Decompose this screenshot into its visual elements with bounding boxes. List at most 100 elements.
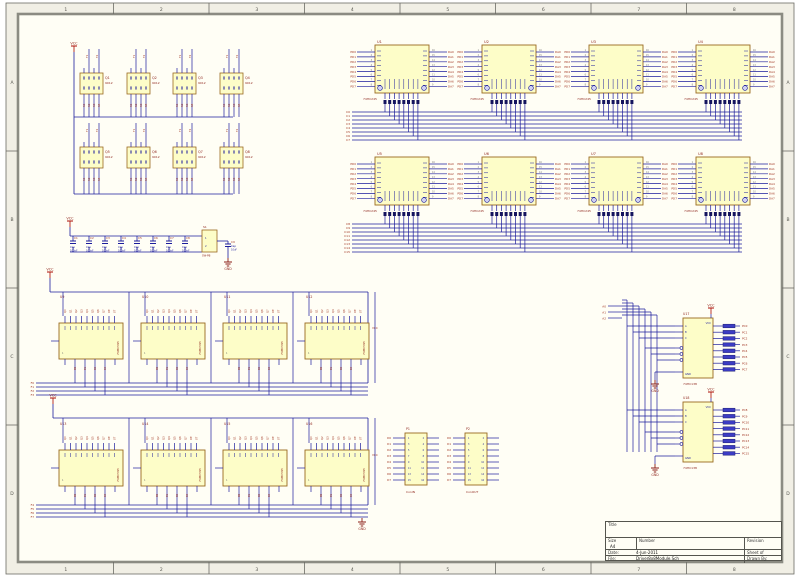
pack-body[interactable]: [173, 73, 196, 94]
resistor-pack-element[interactable]: [723, 361, 735, 365]
ref-designator: P1: [406, 427, 410, 431]
ic-body[interactable]: [589, 157, 643, 205]
net-label: Q7: [102, 309, 106, 313]
ic-body[interactable]: [482, 157, 536, 205]
resistor-pack-element[interactable]: [723, 427, 735, 431]
net-label: DA2: [448, 172, 454, 176]
header-pad: [607, 100, 610, 104]
zone-number-bottom: 2: [160, 567, 163, 573]
bus-label: F7: [31, 515, 35, 519]
net-label: PD4: [350, 182, 356, 186]
ic-body[interactable]: [141, 323, 205, 359]
connector-body[interactable]: [405, 433, 427, 485]
resistor-pack-element[interactable]: [723, 421, 735, 425]
net-label: OE: [271, 309, 275, 313]
net-label: PD6: [350, 192, 356, 196]
pack-body[interactable]: [220, 73, 243, 94]
part-number: 74HC595: [362, 468, 366, 482]
net-label: PC1: [742, 330, 748, 334]
resistor-pack-element[interactable]: [723, 368, 735, 372]
resistor-pack-element[interactable]: [723, 408, 735, 412]
net-label: B3: [186, 493, 189, 497]
resistor-pack-element[interactable]: [723, 445, 735, 449]
resistor-pack-element[interactable]: [723, 337, 735, 341]
ic-body[interactable]: [305, 323, 369, 359]
part-value: 100nF: [134, 250, 142, 253]
ic-body[interactable]: [375, 157, 429, 205]
ic-body[interactable]: [141, 450, 205, 486]
ic-body[interactable]: [696, 45, 750, 93]
ic-body[interactable]: [305, 450, 369, 486]
resistor-pack-element[interactable]: [723, 414, 735, 418]
net-label: Q2: [74, 436, 78, 440]
ic-body[interactable]: [59, 323, 123, 359]
zone-number-top: 2: [160, 7, 163, 13]
net-label: PD3: [457, 65, 463, 69]
pack-body[interactable]: [127, 147, 150, 168]
ic-body[interactable]: [683, 402, 713, 462]
pack-body[interactable]: [80, 147, 103, 168]
header-pad: [602, 212, 605, 216]
net-label: DA7: [555, 85, 561, 89]
ic-body[interactable]: [223, 323, 287, 359]
resistor-pack-element[interactable]: [723, 343, 735, 347]
part-number: ConIN: [406, 490, 415, 494]
part-value: 100nF: [150, 250, 158, 253]
net-label: DA4: [555, 70, 561, 74]
resistor-pack-element[interactable]: [723, 349, 735, 353]
net-label: Q7: [184, 436, 188, 440]
resistor-pack-element[interactable]: [723, 433, 735, 437]
net-label: PD6: [671, 192, 677, 196]
net-label: T1: [85, 54, 89, 58]
net-label: B2: [176, 493, 179, 497]
net-label: DA0: [555, 50, 561, 54]
pin-name: GND: [685, 372, 691, 376]
ic-body[interactable]: [482, 45, 536, 93]
ic-body[interactable]: [696, 157, 750, 205]
file-value[interactable]: Driver8x8Module.Sch: [636, 556, 679, 561]
resistor-pack-element[interactable]: [723, 324, 735, 328]
bus-label: F3: [31, 393, 35, 397]
pack-body[interactable]: [220, 147, 243, 168]
header-pad: [705, 212, 708, 216]
resistor-pack-element[interactable]: [723, 355, 735, 359]
switch-body[interactable]: [202, 230, 217, 252]
net-label: Q5: [91, 309, 95, 313]
resistor-pack-element[interactable]: [723, 439, 735, 443]
net-label: OE: [353, 436, 357, 440]
connector-body[interactable]: [465, 433, 487, 485]
net-label: DA5: [448, 187, 454, 191]
net-label: DA3: [769, 65, 775, 69]
pack-body[interactable]: [80, 73, 103, 94]
net-label: PC15: [742, 452, 749, 456]
pack-body[interactable]: [173, 147, 196, 168]
part-number: 74HC595: [116, 468, 120, 482]
net-label: ST: [359, 309, 363, 313]
net-label: PD4: [457, 70, 463, 74]
drawn-label: Drawn By:: [744, 556, 767, 563]
net-label: DA2: [662, 60, 668, 64]
part-value: 100nF: [70, 250, 78, 253]
ref-designator: S1: [203, 225, 207, 229]
net-label: DA0: [555, 162, 561, 166]
title-block[interactable]: Title Size A4 Number Revision Date: 4-Ju…: [605, 521, 782, 561]
resistor-pack-element[interactable]: [723, 452, 735, 456]
header-pad: [398, 100, 401, 104]
net-label: B0: [238, 493, 241, 497]
ic-body[interactable]: [375, 45, 429, 93]
part-number: 74HC245: [363, 209, 377, 213]
pack-body[interactable]: [127, 73, 150, 94]
schematic-canvas[interactable]: 1122334455667788AABBCCDDVCCR1R2R3R4T1T2Q…: [0, 0, 800, 577]
ic-body[interactable]: [59, 450, 123, 486]
resistor-pack-element[interactable]: [723, 330, 735, 334]
net-label: A0: [602, 304, 606, 308]
net-label: PC14: [742, 445, 749, 449]
part-number: 9012: [105, 81, 113, 85]
net-label: Q6: [178, 309, 182, 313]
ic-body[interactable]: [223, 450, 287, 486]
ic-body[interactable]: [589, 45, 643, 93]
part-type: Cap: [70, 245, 75, 249]
net-label: DA5: [448, 75, 454, 79]
ic-body[interactable]: [683, 318, 713, 378]
net-label: Q2: [320, 309, 324, 313]
